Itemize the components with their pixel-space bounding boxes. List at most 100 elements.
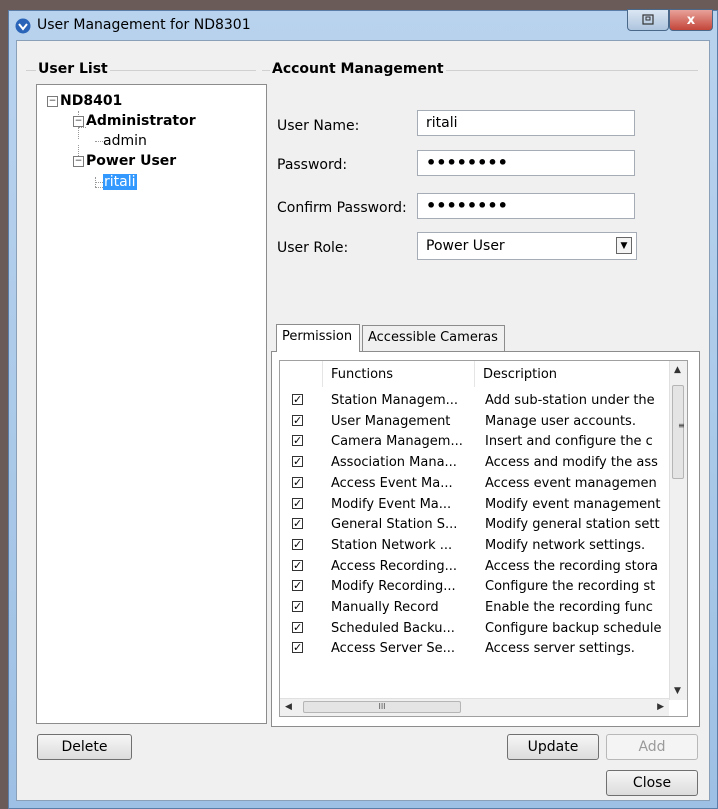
permission-row[interactable]: ✓ User Management Manage user accounts. <box>280 412 670 432</box>
description-cell: Enable the recording func <box>485 600 653 615</box>
scroll-right-icon[interactable]: ▶ <box>657 702 664 712</box>
functions-column-header[interactable]: Functions <box>323 361 475 387</box>
scroll-down-icon[interactable]: ▼ <box>674 686 681 696</box>
confirm-password-input[interactable]: •••••••• <box>417 193 635 219</box>
description-cell: Configure backup schedule <box>485 620 662 636</box>
tree-root[interactable]: − ND8401 <box>47 93 122 109</box>
function-cell: Access Server Se... <box>331 641 456 657</box>
app-shield-icon <box>15 18 31 34</box>
description-cell: Access server settings. <box>485 641 635 657</box>
permission-row[interactable]: ✓ Association Mana... Access and modify th… <box>280 453 670 473</box>
horizontal-scroll-thumb[interactable]: III <box>303 701 461 713</box>
description-cell: Insert and configure the c <box>485 434 653 450</box>
group-label: Administrator <box>86 113 196 129</box>
collapse-icon[interactable]: − <box>73 155 84 167</box>
permission-checkbox[interactable]: ✓ <box>292 580 303 592</box>
vertical-scroll-thumb[interactable] <box>672 385 684 479</box>
username-input[interactable]: ritali <box>417 110 635 136</box>
user-tree[interactable]: − ND8401 − Administrator admin − Power User… <box>36 84 267 724</box>
permission-row[interactable]: ✓ General Station S... Modify general stat… <box>280 515 670 535</box>
function-cell: Association Mana... <box>331 455 457 471</box>
function-cell: Camera Managem... <box>331 434 463 450</box>
username-label: User Name: <box>277 118 360 134</box>
tree-root-label: ND8401 <box>60 93 123 109</box>
function-cell: Station Network ... <box>331 537 453 553</box>
permission-checkbox[interactable]: ✓ <box>292 476 303 488</box>
window-title: User Management for ND8301 <box>37 17 251 33</box>
tree-user-ritali[interactable]: ritali <box>95 174 137 190</box>
horizontal-scrollbar[interactable]: ◀ III ▶ <box>280 698 669 716</box>
user-role-value: Power User <box>426 238 505 254</box>
function-cell: Manually Record <box>331 600 439 615</box>
user-role-label: User Role: <box>277 240 349 256</box>
permission-checkbox[interactable]: ✓ <box>292 394 303 405</box>
description-cell: Access and modify the ass <box>485 455 658 471</box>
password-label: Password: <box>277 157 348 173</box>
permission-row[interactable]: ✓ Camera Managem... Insert and configure t… <box>280 432 670 452</box>
group-label: Power User <box>86 153 177 169</box>
permission-checkbox[interactable]: ✓ <box>292 642 303 654</box>
function-cell: Station Managem... <box>331 393 459 408</box>
user-role-select[interactable]: Power User ▼ <box>417 232 637 260</box>
tree-user-admin[interactable]: admin <box>95 133 147 149</box>
tree-line <box>95 140 103 142</box>
user-list-title: User List <box>36 61 110 77</box>
permission-row[interactable]: ✓ Station Network ... Modify network setti… <box>280 536 670 556</box>
close-button[interactable]: Close <box>606 770 698 796</box>
permission-row[interactable]: ✓ Modify Event Ma... Modify event manageme… <box>280 495 670 515</box>
description-cell: Modify general station sett <box>485 517 660 533</box>
permission-checkbox[interactable]: ✓ <box>292 601 303 612</box>
tab-permission[interactable]: Permission <box>276 324 360 352</box>
scroll-grip-icon: ≡ <box>678 421 685 430</box>
permission-row[interactable]: ✓ Modify Recording... Configure the record… <box>280 577 670 597</box>
function-cell: Access Recording... <box>331 558 458 574</box>
account-management-title: Account Management <box>270 61 446 77</box>
permission-row[interactable]: ✓ Access Event Ma... Access event manageme… <box>280 474 670 494</box>
function-cell: General Station S... <box>331 517 458 533</box>
description-cell: Modify event management <box>485 496 661 512</box>
function-cell: Access Event Ma... <box>331 475 453 491</box>
close-icon: x <box>686 12 696 28</box>
description-column-header[interactable]: Description <box>475 361 670 387</box>
close-window-button[interactable]: x <box>669 9 713 31</box>
permission-row[interactable]: ✓ Station Managem... Add sub-station under… <box>280 391 670 411</box>
permission-checkbox[interactable]: ✓ <box>292 497 303 509</box>
description-cell: Access event managemen <box>485 475 657 491</box>
permission-row[interactable]: ✓ Scheduled Backu... Configure backup sche… <box>280 619 670 639</box>
update-button[interactable]: Update <box>507 734 599 760</box>
delete-button[interactable]: Delete <box>37 734 132 760</box>
tree-group-administrator[interactable]: − Administrator <box>73 113 196 129</box>
scroll-left-icon[interactable]: ◀ <box>285 702 292 712</box>
permission-row[interactable]: ✓ Access Server Se... Access server settin… <box>280 639 670 659</box>
permission-checkbox[interactable]: ✓ <box>292 414 303 426</box>
collapse-icon[interactable]: − <box>73 115 84 127</box>
permission-checkbox[interactable]: ✓ <box>292 538 303 550</box>
permission-checkbox[interactable]: ✓ <box>292 435 303 447</box>
permission-row[interactable]: ✓ Manually Record Enable the recording fun… <box>280 598 670 618</box>
permission-checkbox[interactable]: ✓ <box>292 559 303 571</box>
tab-accessible-cameras[interactable]: Accessible Cameras <box>362 325 505 351</box>
add-button[interactable]: Add <box>606 734 698 760</box>
user-label-selected: ritali <box>103 174 137 190</box>
function-cell: Modify Recording... <box>331 579 456 595</box>
permission-checkbox[interactable]: ✓ <box>292 456 303 468</box>
permission-row[interactable]: ✓ Access Recording... Access the recording… <box>280 557 670 577</box>
dropdown-arrow-icon[interactable]: ▼ <box>616 237 632 254</box>
description-cell: Modify network settings. <box>485 537 646 553</box>
scroll-up-icon[interactable]: ▲ <box>674 365 681 375</box>
vertical-scrollbar[interactable]: ▲ ≡ ▼ <box>669 361 687 700</box>
description-cell: Add sub-station under the <box>485 393 655 408</box>
function-cell: User Management <box>331 413 451 429</box>
function-cell: Scheduled Backu... <box>331 620 455 636</box>
description-cell: Configure the recording st <box>485 579 656 595</box>
password-input[interactable]: •••••••• <box>417 150 635 176</box>
permission-checkbox[interactable]: ✓ <box>292 518 303 530</box>
tree-group-power-user[interactable]: − Power User <box>73 153 176 169</box>
checkbox-column-header[interactable] <box>280 361 323 387</box>
function-cell: Modify Event Ma... <box>331 496 452 512</box>
collapse-icon[interactable]: − <box>47 95 58 107</box>
permission-list[interactable]: Functions Description ✓ Station Managem..… <box>279 360 688 717</box>
restore-button[interactable] <box>627 9 669 31</box>
title-bar[interactable]: User Management for ND8301 x <box>9 9 717 41</box>
permission-checkbox[interactable]: ✓ <box>292 621 303 633</box>
